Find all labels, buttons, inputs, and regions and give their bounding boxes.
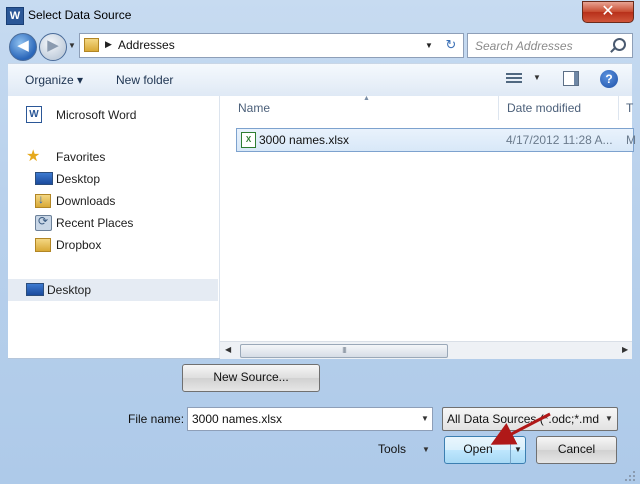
refresh-button[interactable]: ↻	[439, 33, 464, 58]
view-options-dropdown-icon[interactable]: ▼	[533, 73, 541, 82]
address-bar[interactable]: ▶ Addresses	[79, 33, 440, 58]
desktop-icon	[26, 283, 44, 296]
word-app-icon: W	[6, 7, 24, 25]
dialog-window: W Select Data Source ✕ ◀ ▶ ▼ ▶ Addresses…	[0, 0, 640, 484]
help-icon[interactable]: ?	[600, 70, 618, 88]
file-name-input[interactable]: 3000 names.xlsx ▼	[187, 407, 433, 431]
nav-item-label: Downloads	[56, 194, 116, 208]
change-view-icon[interactable]	[506, 72, 524, 86]
word-icon: W	[26, 106, 42, 123]
excel-file-icon: X	[241, 132, 256, 148]
new-source-button[interactable]: New Source...	[182, 364, 320, 392]
desktop-icon	[35, 172, 53, 185]
search-input[interactable]: Search Addresses	[467, 33, 633, 58]
nav-item-label: Microsoft Word	[56, 108, 137, 122]
scroll-left-icon[interactable]: ◀	[225, 345, 231, 354]
file-name: 3000 names.xlsx	[259, 133, 350, 147]
tools-dropdown-icon[interactable]: ▼	[422, 445, 430, 454]
tools-menu-button[interactable]: Tools	[378, 442, 406, 456]
search-placeholder: Search Addresses	[475, 39, 573, 53]
back-button[interactable]: ◀	[9, 33, 37, 61]
nav-item-label: Favorites	[56, 150, 106, 164]
window-title: Select Data Source	[28, 8, 132, 22]
file-type-filter-value: All Data Sources (*.odc;*.md	[447, 412, 599, 426]
title-bar: W Select Data Source ✕	[0, 0, 640, 30]
column-header-type[interactable]: T	[626, 96, 633, 120]
cancel-button[interactable]: Cancel	[536, 436, 617, 464]
preview-pane-icon[interactable]	[563, 71, 579, 86]
organize-button[interactable]: Organize ▾	[25, 73, 83, 87]
horizontal-scrollbar[interactable]: ◀ III ▶	[220, 341, 632, 359]
browser-content: W Microsoft Word ★ Favorites Desktop Dow…	[8, 95, 636, 359]
sort-indicator-icon: ▲	[363, 95, 370, 102]
nav-item-label: Desktop	[56, 172, 101, 186]
new-folder-button[interactable]: New folder	[116, 73, 173, 87]
close-button[interactable]: ✕	[582, 1, 634, 23]
resize-grip-icon[interactable]	[624, 470, 636, 482]
back-arrow-icon: ◀	[17, 37, 29, 54]
scrollbar-thumb[interactable]: III	[240, 344, 448, 358]
folder-icon	[84, 38, 99, 52]
forward-arrow-icon: ▶	[47, 37, 59, 54]
nav-item-label: Desktop	[47, 283, 92, 297]
breadcrumb-arrow-icon[interactable]: ▶	[105, 39, 112, 50]
chevron-down-icon[interactable]: ▼	[421, 414, 429, 423]
folder-icon	[35, 238, 51, 252]
file-list: ▲ Name Date modified T X 3000 names.xlsx…	[220, 95, 636, 359]
open-options-dropdown[interactable]: ▼	[510, 436, 526, 464]
address-dropdown-icon[interactable]: ▼	[425, 41, 433, 50]
command-bar: Organize ▾ New folder ▼ ?	[8, 63, 632, 97]
recent-pages-dropdown[interactable]: ▼	[68, 41, 76, 50]
column-divider[interactable]	[618, 96, 619, 120]
downloads-folder-icon	[35, 192, 51, 208]
search-icon[interactable]	[613, 38, 626, 51]
nav-item-label: Dropbox	[56, 238, 102, 252]
breadcrumb-addresses[interactable]: Addresses	[118, 38, 175, 52]
recent-places-icon	[35, 214, 52, 231]
file-date-modified: 4/17/2012 11:28 A...	[506, 133, 613, 147]
star-icon: ★	[26, 148, 41, 165]
scroll-right-icon[interactable]: ▶	[622, 345, 628, 354]
file-type-filter-select[interactable]: All Data Sources (*.odc;*.md ▼	[442, 407, 618, 431]
nav-item-label: Recent Places	[56, 216, 134, 230]
file-type: M	[626, 133, 636, 147]
column-divider[interactable]	[498, 96, 499, 120]
column-header-date-modified[interactable]: Date modified	[507, 96, 581, 120]
open-button[interactable]: Open	[444, 436, 512, 464]
forward-button[interactable]: ▶	[39, 33, 67, 61]
file-row[interactable]: X 3000 names.xlsx 4/17/2012 11:28 A... M	[236, 128, 636, 152]
file-name-value: 3000 names.xlsx	[192, 412, 283, 426]
chevron-down-icon[interactable]: ▼	[605, 414, 613, 423]
navigation-pane: W Microsoft Word ★ Favorites Desktop Dow…	[8, 96, 220, 358]
column-header-name[interactable]: Name	[238, 96, 270, 120]
file-name-label: File name:	[128, 412, 185, 426]
